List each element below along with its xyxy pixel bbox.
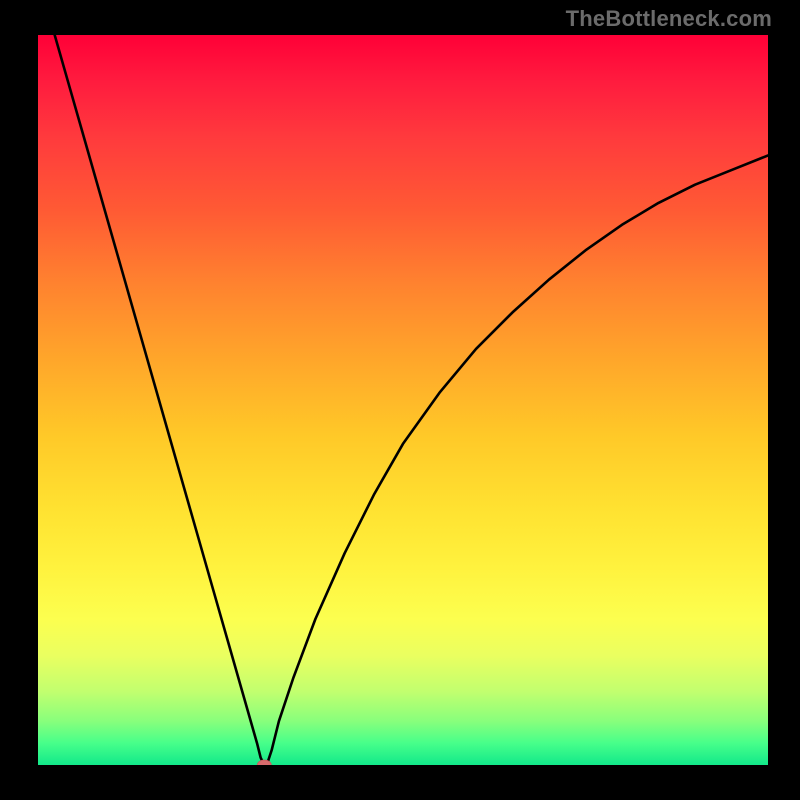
curve-layer bbox=[38, 35, 768, 765]
chart-frame: TheBottleneck.com bbox=[0, 0, 800, 800]
plot-area bbox=[38, 35, 768, 765]
bottleneck-curve bbox=[38, 35, 768, 765]
watermark-text: TheBottleneck.com bbox=[566, 6, 772, 32]
